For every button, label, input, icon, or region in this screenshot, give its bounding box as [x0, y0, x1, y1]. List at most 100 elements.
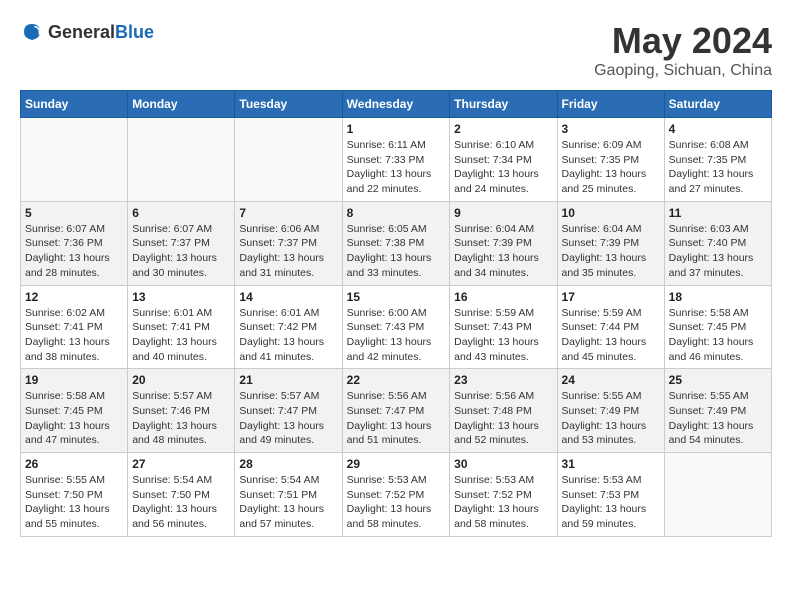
day-number: 28 [239, 457, 337, 471]
weekday-header-saturday: Saturday [664, 91, 771, 118]
day-info: Sunrise: 5:54 AMSunset: 7:50 PMDaylight:… [132, 473, 230, 532]
day-number: 13 [132, 290, 230, 304]
day-info: Sunrise: 5:54 AMSunset: 7:51 PMDaylight:… [239, 473, 337, 532]
calendar-cell: 10 Sunrise: 6:04 AMSunset: 7:39 PMDayligh… [557, 201, 664, 285]
day-number: 26 [25, 457, 123, 471]
week-row-3: 12 Sunrise: 6:02 AMSunset: 7:41 PMDayligh… [21, 285, 772, 369]
day-info: Sunrise: 6:06 AMSunset: 7:37 PMDaylight:… [239, 222, 337, 281]
calendar-table: SundayMondayTuesdayWednesdayThursdayFrid… [20, 90, 772, 537]
calendar-cell [664, 453, 771, 537]
location: Gaoping, Sichuan, China [594, 62, 772, 80]
calendar-cell [21, 118, 128, 202]
day-info: Sunrise: 6:07 AMSunset: 7:36 PMDaylight:… [25, 222, 123, 281]
calendar-cell: 4Sunrise: 6:08 AMSunset: 7:35 PMDaylight… [664, 118, 771, 202]
week-row-2: 5 Sunrise: 6:07 AMSunset: 7:36 PMDaylight… [21, 201, 772, 285]
calendar-cell: 11 Sunrise: 6:03 AMSunset: 7:40 PMDayligh… [664, 201, 771, 285]
day-info: Sunrise: 6:04 AMSunset: 7:39 PMDaylight:… [454, 222, 552, 281]
calendar-cell: 18 Sunrise: 5:58 AMSunset: 7:45 PMDayligh… [664, 285, 771, 369]
weekday-header-friday: Friday [557, 91, 664, 118]
day-info: Sunrise: 6:01 AMSunset: 7:41 PMDaylight:… [132, 306, 230, 365]
day-number: 24 [562, 373, 660, 387]
day-number: 8 [347, 206, 446, 220]
day-number: 10 [562, 206, 660, 220]
calendar-cell: 21Sunrise: 5:57 AMSunset: 7:47 PMDayligh… [235, 369, 342, 453]
week-row-1: 1Sunrise: 6:11 AMSunset: 7:33 PMDaylight… [21, 118, 772, 202]
calendar-cell [128, 118, 235, 202]
day-number: 1 [347, 122, 446, 136]
calendar-cell: 15Sunrise: 6:00 AMSunset: 7:43 PMDayligh… [342, 285, 450, 369]
week-row-4: 19 Sunrise: 5:58 AMSunset: 7:45 PMDayligh… [21, 369, 772, 453]
calendar-cell: 19 Sunrise: 5:58 AMSunset: 7:45 PMDayligh… [21, 369, 128, 453]
day-info: Sunrise: 5:59 AMSunset: 7:44 PMDaylight:… [562, 306, 660, 365]
title-block: May 2024 Gaoping, Sichuan, China [594, 20, 772, 80]
calendar-cell: 26 Sunrise: 5:55 AMSunset: 7:50 PMDayligh… [21, 453, 128, 537]
day-info: Sunrise: 6:07 AMSunset: 7:37 PMDaylight:… [132, 222, 230, 281]
day-info: Sunrise: 6:10 AMSunset: 7:34 PMDaylight:… [454, 138, 552, 197]
day-number: 11 [669, 206, 767, 220]
day-info: Sunrise: 5:58 AMSunset: 7:45 PMDaylight:… [669, 306, 767, 365]
day-number: 25 [669, 373, 767, 387]
logo-text: GeneralBlue [48, 22, 154, 43]
day-number: 19 [25, 373, 123, 387]
calendar-cell: 31 Sunrise: 5:53 AMSunset: 7:53 PMDayligh… [557, 453, 664, 537]
day-number: 17 [562, 290, 660, 304]
calendar-cell: 7 Sunrise: 6:06 AMSunset: 7:37 PMDaylight… [235, 201, 342, 285]
day-info: Sunrise: 6:03 AMSunset: 7:40 PMDaylight:… [669, 222, 767, 281]
day-info: Sunrise: 5:55 AMSunset: 7:49 PMDaylight:… [562, 389, 660, 448]
calendar-cell: 2 Sunrise: 6:10 AMSunset: 7:34 PMDaylight… [450, 118, 557, 202]
day-info: Sunrise: 5:53 AMSunset: 7:52 PMDaylight:… [454, 473, 552, 532]
calendar-cell: 25 Sunrise: 5:55 AMSunset: 7:49 PMDayligh… [664, 369, 771, 453]
day-number: 5 [25, 206, 123, 220]
day-number: 2 [454, 122, 552, 136]
week-row-5: 26 Sunrise: 5:55 AMSunset: 7:50 PMDayligh… [21, 453, 772, 537]
day-info: Sunrise: 5:56 AMSunset: 7:47 PMDaylight:… [347, 389, 446, 448]
calendar-cell [235, 118, 342, 202]
calendar-cell: 22Sunrise: 5:56 AMSunset: 7:47 PMDayligh… [342, 369, 450, 453]
day-number: 3 [562, 122, 660, 136]
weekday-header-tuesday: Tuesday [235, 91, 342, 118]
day-number: 20 [132, 373, 230, 387]
day-info: Sunrise: 5:55 AMSunset: 7:49 PMDaylight:… [669, 389, 767, 448]
page-header: GeneralBlue May 2024 Gaoping, Sichuan, C… [20, 20, 772, 80]
weekday-header-row: SundayMondayTuesdayWednesdayThursdayFrid… [21, 91, 772, 118]
calendar-cell: 8Sunrise: 6:05 AMSunset: 7:38 PMDaylight… [342, 201, 450, 285]
day-number: 27 [132, 457, 230, 471]
day-info: Sunrise: 5:53 AMSunset: 7:53 PMDaylight:… [562, 473, 660, 532]
day-number: 21 [239, 373, 337, 387]
weekday-header-wednesday: Wednesday [342, 91, 450, 118]
logo-icon [20, 20, 44, 44]
day-number: 9 [454, 206, 552, 220]
calendar-cell: 3 Sunrise: 6:09 AMSunset: 7:35 PMDaylight… [557, 118, 664, 202]
day-info: Sunrise: 5:58 AMSunset: 7:45 PMDaylight:… [25, 389, 123, 448]
day-number: 23 [454, 373, 552, 387]
calendar-cell: 28 Sunrise: 5:54 AMSunset: 7:51 PMDayligh… [235, 453, 342, 537]
calendar-cell: 1Sunrise: 6:11 AMSunset: 7:33 PMDaylight… [342, 118, 450, 202]
day-number: 31 [562, 457, 660, 471]
day-info: Sunrise: 6:04 AMSunset: 7:39 PMDaylight:… [562, 222, 660, 281]
day-number: 18 [669, 290, 767, 304]
day-info: Sunrise: 6:09 AMSunset: 7:35 PMDaylight:… [562, 138, 660, 197]
day-info: Sunrise: 6:08 AMSunset: 7:35 PMDaylight:… [669, 138, 767, 197]
calendar-cell: 9 Sunrise: 6:04 AMSunset: 7:39 PMDaylight… [450, 201, 557, 285]
day-number: 12 [25, 290, 123, 304]
weekday-header-monday: Monday [128, 91, 235, 118]
day-number: 6 [132, 206, 230, 220]
day-info: Sunrise: 6:02 AMSunset: 7:41 PMDaylight:… [25, 306, 123, 365]
day-number: 30 [454, 457, 552, 471]
calendar-cell: 5 Sunrise: 6:07 AMSunset: 7:36 PMDaylight… [21, 201, 128, 285]
calendar-cell: 30 Sunrise: 5:53 AMSunset: 7:52 PMDayligh… [450, 453, 557, 537]
month-year: May 2024 [594, 20, 772, 62]
weekday-header-thursday: Thursday [450, 91, 557, 118]
day-info: Sunrise: 5:56 AMSunset: 7:48 PMDaylight:… [454, 389, 552, 448]
weekday-header-sunday: Sunday [21, 91, 128, 118]
logo-general: General [48, 22, 115, 42]
calendar-cell: 17 Sunrise: 5:59 AMSunset: 7:44 PMDayligh… [557, 285, 664, 369]
day-number: 7 [239, 206, 337, 220]
day-info: Sunrise: 5:55 AMSunset: 7:50 PMDaylight:… [25, 473, 123, 532]
calendar-cell: 6 Sunrise: 6:07 AMSunset: 7:37 PMDaylight… [128, 201, 235, 285]
day-info: Sunrise: 6:01 AMSunset: 7:42 PMDaylight:… [239, 306, 337, 365]
logo: GeneralBlue [20, 20, 154, 44]
calendar-cell: 12 Sunrise: 6:02 AMSunset: 7:41 PMDayligh… [21, 285, 128, 369]
calendar-cell: 13 Sunrise: 6:01 AMSunset: 7:41 PMDayligh… [128, 285, 235, 369]
day-number: 15 [347, 290, 446, 304]
